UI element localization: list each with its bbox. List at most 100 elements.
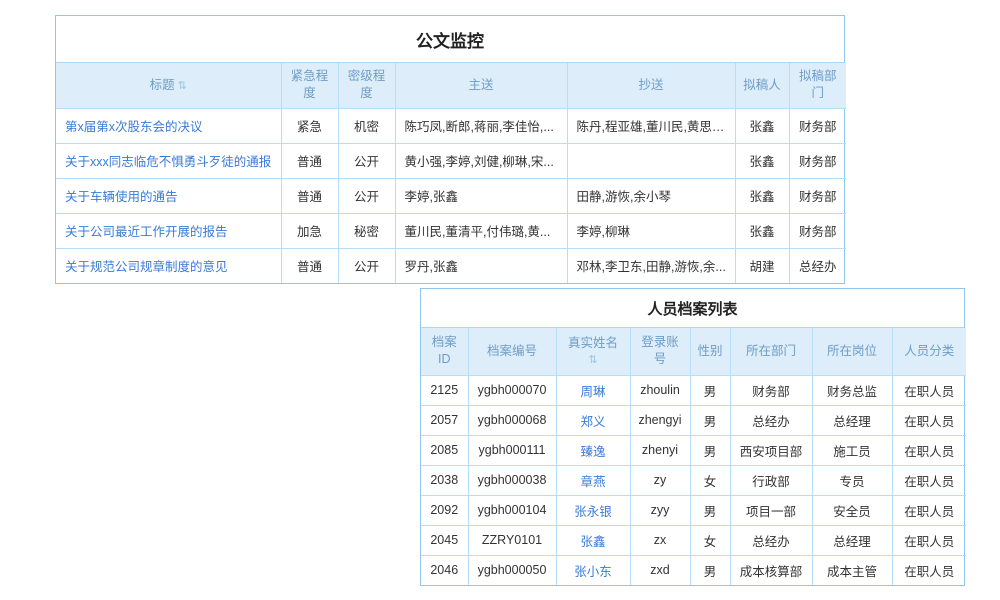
- doc-col-main-send: 主送: [395, 63, 567, 108]
- cell-secrecy: 秘密: [338, 213, 395, 248]
- cell-archive-no: ygbh000104: [468, 495, 556, 525]
- cell-archive-id: 2085: [421, 435, 468, 465]
- cell-archive-id: 2038: [421, 465, 468, 495]
- cell-position: 安全员: [812, 495, 892, 525]
- cell-title[interactable]: 关于车辆使用的通告: [56, 178, 281, 213]
- cell-position: 财务总监: [812, 375, 892, 405]
- cell-archive-id: 2092: [421, 495, 468, 525]
- cell-category: 在职人员: [892, 555, 966, 585]
- cell-drafter: 张鑫: [735, 213, 789, 248]
- doc-col-title[interactable]: 标题⇅: [56, 63, 281, 108]
- cell-login-account: zxd: [630, 555, 690, 585]
- cell-category: 在职人员: [892, 375, 966, 405]
- sort-icon[interactable]: ⇅: [178, 80, 187, 92]
- table-row: 2057ygbh000068郑义zhengyi男总经办总经理在职人员: [421, 405, 966, 435]
- cell-draft-dept: 财务部: [789, 178, 846, 213]
- cell-department: 财务部: [730, 375, 812, 405]
- document-monitor-panel: 公文监控 标题⇅ 紧急程度 密级程度 主送 抄送 拟稿人 拟稿部门 第x届第x次…: [55, 15, 845, 284]
- cell-archive-no: ygbh000111: [468, 435, 556, 465]
- cell-department: 项目一部: [730, 495, 812, 525]
- cell-real-name[interactable]: 张永银: [556, 495, 630, 525]
- cell-archive-id: 2046: [421, 555, 468, 585]
- cell-login-account: zhoulin: [630, 375, 690, 405]
- doc-col-secrecy: 密级程度: [338, 63, 395, 108]
- cell-drafter: 胡建: [735, 248, 789, 283]
- doc-col-draft-dept: 拟稿部门: [789, 63, 846, 108]
- cell-copy-send: 李婷,柳琳: [567, 213, 735, 248]
- cell-main-send: 董川民,董清平,付伟璐,黄...: [395, 213, 567, 248]
- cell-gender: 男: [690, 495, 730, 525]
- table-row: 关于xxx同志临危不惧勇斗歹徒的通报普通公开黄小强,李婷,刘健,柳琳,宋...张…: [56, 143, 846, 178]
- cell-main-send: 罗丹,张鑫: [395, 248, 567, 283]
- cell-department: 行政部: [730, 465, 812, 495]
- personnel-col-real-name[interactable]: 真实姓名 ⇅: [556, 328, 630, 375]
- personnel-archive-title: 人员档案列表: [421, 289, 964, 328]
- cell-login-account: zhengyi: [630, 405, 690, 435]
- table-row: 2045ZZRY0101张鑫zx女总经办总经理在职人员: [421, 525, 966, 555]
- table-row: 2092ygbh000104张永银zyy男项目一部安全员在职人员: [421, 495, 966, 525]
- cell-real-name[interactable]: 郑义: [556, 405, 630, 435]
- table-row: 2085ygbh000111臻逸zhenyi男西安项目部施工员在职人员: [421, 435, 966, 465]
- document-monitor-title: 公文监控: [56, 16, 844, 63]
- table-row: 关于规范公司规章制度的意见普通公开罗丹,张鑫邓林,李卫东,田静,游恢,余...胡…: [56, 248, 846, 283]
- cell-gender: 男: [690, 555, 730, 585]
- cell-login-account: zyy: [630, 495, 690, 525]
- cell-secrecy: 公开: [338, 143, 395, 178]
- cell-login-account: zy: [630, 465, 690, 495]
- cell-draft-dept: 财务部: [789, 108, 846, 143]
- cell-archive-id: 2125: [421, 375, 468, 405]
- cell-real-name[interactable]: 章燕: [556, 465, 630, 495]
- cell-urgency: 加急: [281, 213, 338, 248]
- personnel-col-archive-no: 档案编号: [468, 328, 556, 375]
- table-row: 2038ygbh000038章燕zy女行政部专员在职人员: [421, 465, 966, 495]
- cell-department: 西安项目部: [730, 435, 812, 465]
- cell-secrecy: 公开: [338, 248, 395, 283]
- doc-col-copy-send: 抄送: [567, 63, 735, 108]
- cell-draft-dept: 财务部: [789, 213, 846, 248]
- document-monitor-table: 标题⇅ 紧急程度 密级程度 主送 抄送 拟稿人 拟稿部门 第x届第x次股东会的决…: [56, 63, 846, 283]
- doc-col-urgency: 紧急程度: [281, 63, 338, 108]
- cell-login-account: zx: [630, 525, 690, 555]
- cell-copy-send: 陈丹,程亚雄,董川民,黄思璐...: [567, 108, 735, 143]
- cell-archive-no: ygbh000070: [468, 375, 556, 405]
- cell-category: 在职人员: [892, 525, 966, 555]
- doc-header-row: 标题⇅ 紧急程度 密级程度 主送 抄送 拟稿人 拟稿部门: [56, 63, 846, 108]
- cell-department: 成本核算部: [730, 555, 812, 585]
- cell-archive-id: 2057: [421, 405, 468, 435]
- cell-title[interactable]: 第x届第x次股东会的决议: [56, 108, 281, 143]
- cell-real-name[interactable]: 周琳: [556, 375, 630, 405]
- cell-real-name[interactable]: 臻逸: [556, 435, 630, 465]
- cell-category: 在职人员: [892, 495, 966, 525]
- table-row: 关于公司最近工作开展的报告加急秘密董川民,董清平,付伟璐,黄...李婷,柳琳张鑫…: [56, 213, 846, 248]
- cell-gender: 女: [690, 465, 730, 495]
- cell-main-send: 黄小强,李婷,刘健,柳琳,宋...: [395, 143, 567, 178]
- table-row: 2125ygbh000070周琳zhoulin男财务部财务总监在职人员: [421, 375, 966, 405]
- cell-main-send: 李婷,张鑫: [395, 178, 567, 213]
- cell-department: 总经办: [730, 525, 812, 555]
- personnel-col-department: 所在部门: [730, 328, 812, 375]
- cell-real-name[interactable]: 张鑫: [556, 525, 630, 555]
- cell-copy-send: 田静,游恢,余小琴: [567, 178, 735, 213]
- cell-gender: 男: [690, 435, 730, 465]
- cell-real-name[interactable]: 张小东: [556, 555, 630, 585]
- cell-gender: 女: [690, 525, 730, 555]
- table-row: 第x届第x次股东会的决议紧急机密陈巧凤,断郎,蒋丽,李佳怡,...陈丹,程亚雄,…: [56, 108, 846, 143]
- personnel-archive-panel: 人员档案列表 档案ID 档案编号 真实姓名 ⇅ 登录账号 性别 所在部门 所在岗…: [420, 288, 965, 586]
- cell-archive-no: ygbh000038: [468, 465, 556, 495]
- cell-title[interactable]: 关于xxx同志临危不惧勇斗歹徒的通报: [56, 143, 281, 178]
- cell-title[interactable]: 关于规范公司规章制度的意见: [56, 248, 281, 283]
- cell-category: 在职人员: [892, 405, 966, 435]
- sort-icon[interactable]: ⇅: [562, 353, 625, 368]
- cell-urgency: 紧急: [281, 108, 338, 143]
- cell-title[interactable]: 关于公司最近工作开展的报告: [56, 213, 281, 248]
- cell-draft-dept: 总经办: [789, 248, 846, 283]
- cell-drafter: 张鑫: [735, 178, 789, 213]
- cell-department: 总经办: [730, 405, 812, 435]
- table-row: 2046ygbh000050张小东zxd男成本核算部成本主管在职人员: [421, 555, 966, 585]
- table-row: 关于车辆使用的通告普通公开李婷,张鑫田静,游恢,余小琴张鑫财务部: [56, 178, 846, 213]
- doc-col-drafter: 拟稿人: [735, 63, 789, 108]
- cell-copy-send: [567, 143, 735, 178]
- personnel-col-gender: 性别: [690, 328, 730, 375]
- cell-position: 专员: [812, 465, 892, 495]
- cell-position: 成本主管: [812, 555, 892, 585]
